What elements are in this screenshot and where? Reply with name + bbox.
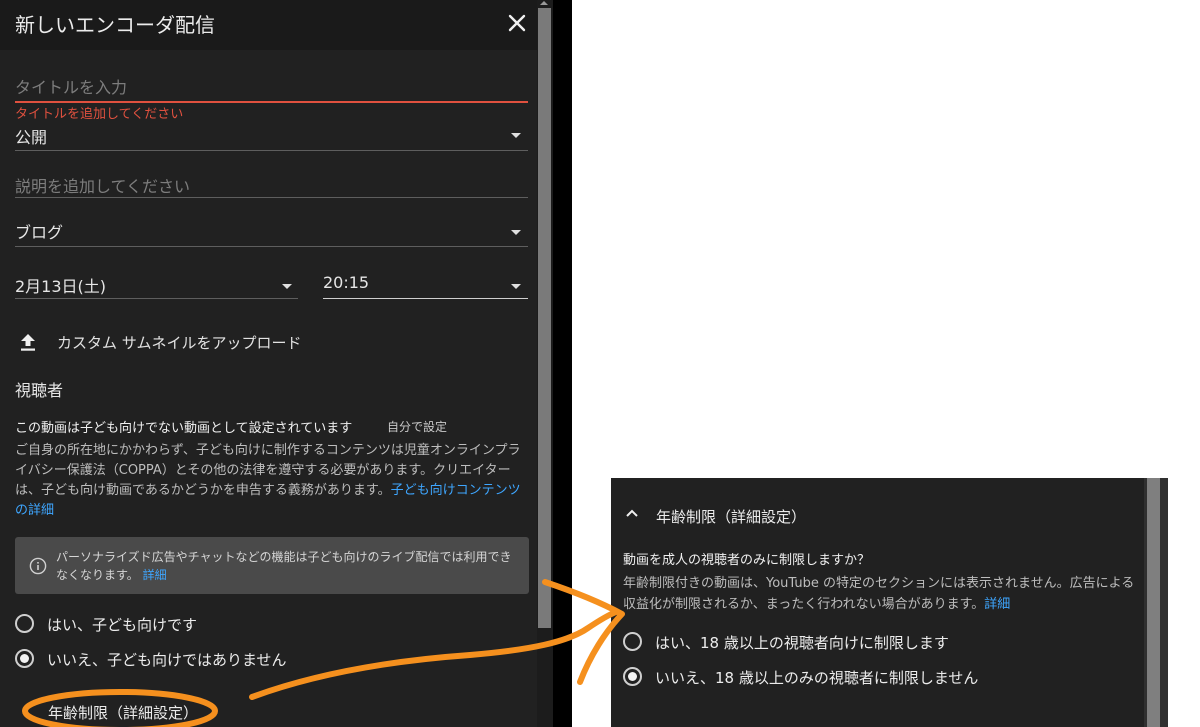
age-restriction-title[interactable]: 年齢制限（詳細設定） [656, 506, 806, 527]
coppa-notice: ご自身の所在地にかかわらず、子ども向けに制作するコンテンツは児童オンラインプライ… [15, 441, 530, 521]
caret-down-icon[interactable] [282, 284, 292, 289]
date-underline [15, 298, 298, 299]
dialog-header: 新しいエンコーダ配信 [0, 0, 537, 50]
title-error-message: タイトルを追加してください [15, 107, 184, 122]
radio-button-selected[interactable] [15, 649, 34, 668]
dialog-scrollbar-thumb[interactable] [538, 8, 551, 628]
radio-button-selected[interactable] [623, 667, 642, 686]
new-encoder-stream-dialog: 新しいエンコーダ配信 タイトルを入力 タイトルを追加してください 公開 説明を追… [0, 0, 537, 727]
made-for-kids-status: この動画は子ども向けでない動画として設定されています [15, 421, 353, 436]
info-learn-more-link[interactable]: 詳細 [143, 568, 167, 582]
visibility-underline [15, 150, 528, 151]
made-for-kids-source: 自分で設定 [387, 420, 448, 434]
time-select[interactable]: 20:15 [323, 273, 369, 292]
age-learn-more-link[interactable]: 詳細 [984, 597, 1010, 612]
radio-label: いいえ、子ども向けではありません [47, 651, 287, 669]
visibility-select[interactable]: 公開 [15, 124, 47, 148]
age-desc-text: 年齢制限付きの動画は、YouTube の特定のセクションには表示されません。広告… [623, 576, 1135, 612]
age-restriction-question: 動画を成人の視聴者のみに制限しますか？ [623, 553, 871, 568]
age-restriction-panel: 年齢制限（詳細設定） 動画を成人の視聴者のみに制限しますか？ 年齢制限付きの動画… [611, 478, 1168, 727]
caret-down-icon[interactable] [511, 230, 521, 235]
close-icon[interactable] [504, 10, 530, 36]
window-edge [553, 0, 572, 727]
time-underline [323, 298, 528, 299]
title-input[interactable]: タイトルを入力 [15, 74, 127, 98]
panel-scrollbar-thumb[interactable] [1147, 478, 1160, 727]
radio-label: はい、18 歳以上の視聴者向けに制限します [655, 634, 949, 652]
description-input[interactable]: 説明を追加してください [15, 173, 190, 197]
date-select[interactable]: 2月13日(土) [15, 273, 106, 297]
info-banner-text: パーソナライズド広告やチャットなどの機能は子ども向けのライブ配信では利用できなく… [56, 548, 516, 584]
radio-label: はい、子ども向けです [47, 616, 198, 634]
dialog-title: 新しいエンコーダ配信 [15, 13, 215, 37]
upload-icon[interactable] [18, 331, 38, 353]
info-banner: パーソナライズド広告やチャットなどの機能は子ども向けのライブ配信では利用できなく… [15, 537, 529, 594]
info-icon [29, 557, 47, 575]
category-underline [15, 246, 528, 247]
chevron-up-icon[interactable] [625, 508, 639, 518]
age-restriction-description: 年齢制限付きの動画は、YouTube の特定のセクションには表示されません。広告… [623, 573, 1143, 615]
radio-label: いいえ、18 歳以上のみの視聴者に制限しません [655, 669, 979, 687]
scroll-up-arrow-icon[interactable] [540, 1, 548, 5]
radio-button[interactable] [15, 614, 34, 633]
age-restriction-expander[interactable]: 年齢制限（詳細設定） [48, 702, 198, 723]
description-underline [15, 197, 528, 198]
radio-button[interactable] [623, 632, 642, 651]
caret-down-icon[interactable] [511, 284, 521, 289]
category-select[interactable]: ブログ [15, 219, 63, 243]
upload-thumbnail-button[interactable]: カスタム サムネイルをアップロード [57, 332, 301, 353]
caret-down-icon[interactable] [511, 133, 521, 138]
info-text: パーソナライズド広告やチャットなどの機能は子ども向けのライブ配信では利用できなく… [56, 550, 512, 582]
audience-heading: 視聴者 [15, 381, 64, 400]
